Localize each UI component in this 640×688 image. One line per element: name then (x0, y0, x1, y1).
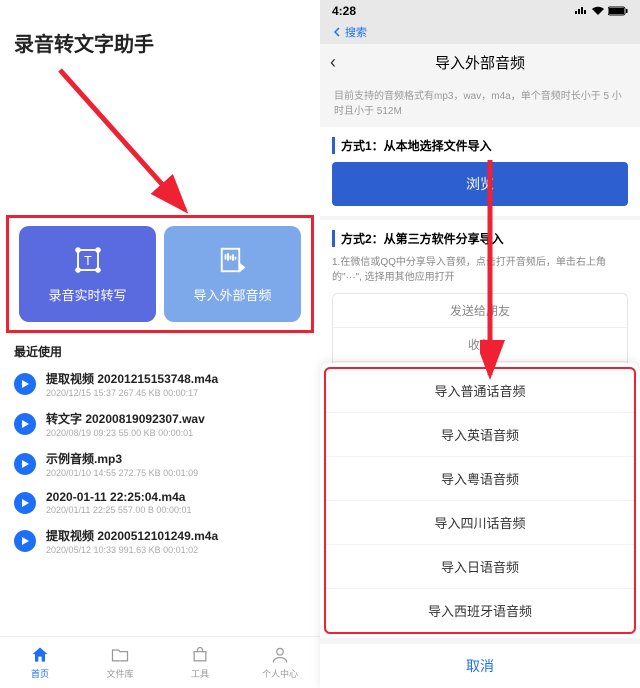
status-icons (574, 6, 628, 16)
search-back[interactable]: 搜索 (320, 22, 640, 44)
back-icon[interactable]: ‹ (330, 52, 336, 73)
file-name: 转文字 20200819092307.wav (46, 410, 306, 427)
file-meta: 2020/12/15 15:37 267.45 KB 00:00:17 (46, 388, 306, 398)
nav-profile[interactable]: 个人中心 (240, 637, 320, 688)
nav-label: 工具 (191, 667, 209, 680)
action-cards-highlight: T 录音实时转写 导入外部音频 (6, 215, 314, 333)
browse-button[interactable]: 浏览 (332, 162, 628, 206)
method1-title: 方式1：从本地选择文件导入 (332, 137, 628, 154)
sheet-option[interactable]: 导入日语音频 (326, 545, 634, 589)
realtime-transcribe-card[interactable]: T 录音实时转写 (19, 226, 156, 322)
play-icon[interactable] (14, 373, 36, 395)
nav-home[interactable]: 首页 (0, 637, 80, 688)
share-send: 发送给朋友 (333, 294, 627, 328)
sheet-option[interactable]: 导入粤语音频 (326, 457, 634, 501)
sheet-option[interactable]: 导入四川话音频 (326, 501, 634, 545)
app-title: 录音转文字助手 (0, 0, 320, 65)
recent-label: 最近使用 (0, 333, 320, 364)
status-bar: 4:28 (320, 0, 640, 22)
file-name: 提取视频 20201215153748.m4a (46, 370, 306, 387)
format-hint: 目前支持的音频格式有mp3，wav，m4a，单个音频时长小于 5 小时且小于 5… (320, 81, 640, 123)
method2-title: 方式2：从第三方软件分享导入 (332, 230, 628, 247)
play-icon[interactable] (14, 492, 36, 514)
file-meta: 2020/05/12 10:33 991.63 KB 00:01:02 (46, 545, 306, 555)
file-name: 2020-01-11 22:25:04.m4a (46, 490, 306, 504)
file-meta: 2020/08/19 09:23 55.00 KB 00:00:01 (46, 428, 306, 438)
file-meta: 2020/01/10 14:55 272.75 KB 00:01:09 (46, 468, 306, 478)
search-label: 搜索 (345, 24, 367, 40)
play-icon[interactable] (14, 453, 36, 475)
method2-desc: 1.在微信或QQ中分享导入音频，点击打开音频后，单击右上角的"···", 选择用… (332, 255, 628, 285)
play-icon[interactable] (14, 413, 36, 435)
sheet-option[interactable]: 导入普通话音频 (326, 369, 634, 413)
sheet-options-highlight: 导入普通话音频导入英语音频导入粤语音频导入四川话音频导入日语音频导入西班牙语音频 (324, 367, 636, 634)
file-item[interactable]: 转文字 20200819092307.wav 2020/08/19 09:23 … (0, 404, 320, 444)
file-item[interactable]: 示例音频.mp3 2020/01/10 14:55 272.75 KB 00:0… (0, 444, 320, 484)
file-item[interactable]: 提取视频 20201215153748.m4a 2020/12/15 15:37… (0, 364, 320, 404)
share-fav: 收藏 (333, 328, 627, 362)
cancel-button[interactable]: 取消 (320, 638, 640, 688)
nav-files[interactable]: 文件库 (80, 637, 160, 688)
card-label: 录音实时转写 (48, 285, 126, 304)
svg-text:T: T (84, 254, 92, 268)
file-name: 提取视频 20200512101249.m4a (46, 527, 306, 544)
file-meta: 2020/01/11 22:25 557.00 B 00:00:01 (46, 505, 306, 515)
sheet-option[interactable]: 导入英语音频 (326, 413, 634, 457)
pointer-arrow-icon (50, 60, 210, 220)
import-audio-card[interactable]: 导入外部音频 (164, 226, 301, 322)
file-item[interactable]: 提取视频 20200512101249.m4a 2020/05/12 10:33… (0, 521, 320, 561)
action-sheet: 导入普通话音频导入英语音频导入粤语音频导入四川话音频导入日语音频导入西班牙语音频… (320, 363, 640, 688)
transcribe-icon: T (73, 245, 103, 275)
import-icon (218, 245, 248, 275)
bottom-nav: 首页 文件库 工具 个人中心 (0, 636, 320, 688)
nav-tools[interactable]: 工具 (160, 637, 240, 688)
play-icon[interactable] (14, 530, 36, 552)
file-item[interactable]: 2020-01-11 22:25:04.m4a 2020/01/11 22:25… (0, 484, 320, 521)
card-label: 导入外部音频 (193, 285, 271, 304)
status-time: 4:28 (332, 4, 356, 18)
page-title: 导入外部音频 (435, 52, 525, 73)
nav-label: 个人中心 (262, 667, 298, 680)
nav-label: 文件库 (106, 667, 133, 680)
nav-label: 首页 (31, 667, 49, 680)
sheet-option[interactable]: 导入西班牙语音频 (326, 589, 634, 632)
file-name: 示例音频.mp3 (46, 450, 306, 467)
